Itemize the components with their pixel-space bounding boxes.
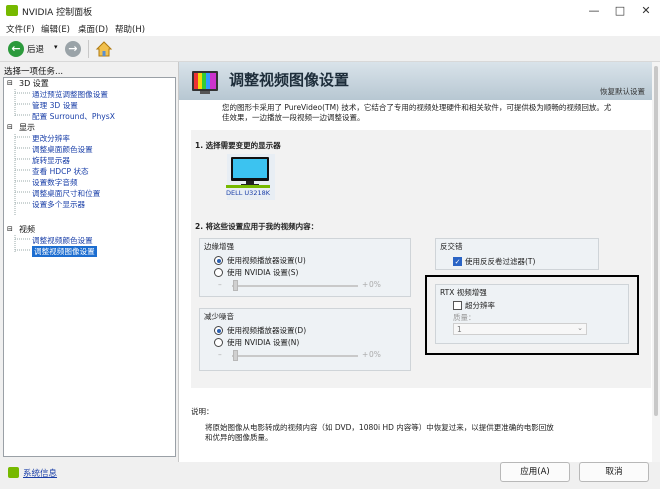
noise-nvidia-label[interactable]: 使用 NVIDIA 设置(N) xyxy=(227,337,299,348)
edge-nvidia-radio[interactable] xyxy=(214,268,223,277)
edge-enhancement-title: 边缘增强 xyxy=(204,242,234,251)
tree-item-surround-physx[interactable]: 配置 Surround、PhysX xyxy=(32,111,115,122)
menu-desktop[interactable]: 桌面(D) xyxy=(78,23,108,35)
monitor-label: DELL U3218K xyxy=(226,185,270,197)
noise-nvidia-radio[interactable] xyxy=(214,338,223,347)
back-dropdown-icon[interactable]: ▾ xyxy=(54,43,58,51)
menu-help[interactable]: 帮助(H) xyxy=(115,23,145,35)
description-label: 说明： xyxy=(191,407,214,416)
back-arrow-icon[interactable]: ← xyxy=(8,41,24,57)
collapse-display-icon[interactable]: ⊟ xyxy=(7,123,13,131)
task-pane: 选择一项任务... ⊟ 3D 设置 通过预览调整图像设置 管理 3D 设置 配置… xyxy=(0,62,176,462)
tree-item-preview-image-settings[interactable]: 通过预览调整图像设置 xyxy=(32,89,108,100)
page-title: 调整视频图像设置 xyxy=(229,71,350,89)
collapse-3d-icon[interactable]: ⊟ xyxy=(7,79,13,87)
rtx-title: RTX 视频增强 xyxy=(440,288,487,297)
scrollbar-thumb[interactable] xyxy=(654,66,658,416)
video-settings-icon xyxy=(189,66,221,96)
content-pane: 调整视频图像设置 恢复默认设置 您的图形卡采用了 PureVideo(TM) 技… xyxy=(178,62,660,462)
super-resolution-label[interactable]: 超分辨率 xyxy=(465,300,495,311)
menu-file[interactable]: 文件(F) xyxy=(6,23,35,35)
menu-edit[interactable]: 编辑(E) xyxy=(41,23,70,35)
collapse-video-icon[interactable]: ⊟ xyxy=(7,225,13,233)
tree-section-video[interactable]: 视频 xyxy=(19,224,35,235)
noise-slider-thumb[interactable] xyxy=(233,350,238,361)
intro-text-line2: 佳效果，一边播放一段视频一边调整设置。 xyxy=(222,113,365,122)
close-button[interactable]: ✕ xyxy=(638,3,654,19)
tree-section-3d[interactable]: 3D 设置 xyxy=(19,78,49,89)
minimize-button[interactable]: — xyxy=(586,3,602,19)
apply-button[interactable]: 应用(A) xyxy=(500,462,570,482)
quality-select[interactable]: 1 ⌄ xyxy=(453,323,587,335)
edge-minus: – xyxy=(218,280,222,289)
tree-item-rotate-display[interactable]: 旋转显示器 xyxy=(32,155,70,166)
deinterlace-title: 反交错 xyxy=(440,242,463,251)
tree-item-change-resolution[interactable]: 更改分辨率 xyxy=(32,133,70,144)
page-banner: 调整视频图像设置 恢复默认设置 xyxy=(179,62,660,100)
tree-section-display[interactable]: 显示 xyxy=(19,122,35,133)
tree-item-digital-audio[interactable]: 设置数字音频 xyxy=(32,177,78,188)
edge-nvidia-label[interactable]: 使用 NVIDIA 设置(S) xyxy=(227,267,298,278)
noise-value: 0% xyxy=(369,350,381,359)
noise-player-radio[interactable] xyxy=(214,326,223,335)
task-label: 选择一项任务... xyxy=(4,67,64,77)
back-button-label[interactable]: 后退 xyxy=(27,43,44,55)
tree-item-desktop-color[interactable]: 调整桌面颜色设置 xyxy=(32,144,93,155)
quality-value: 1 xyxy=(457,325,462,334)
quality-label: 质量： xyxy=(453,313,476,322)
edge-plus: + xyxy=(362,280,369,289)
edge-value: 0% xyxy=(369,280,381,289)
super-resolution-checkbox[interactable] xyxy=(453,301,462,310)
title-bar: NVIDIA 控制面板 — □ ✕ xyxy=(0,0,660,22)
noise-minus: – xyxy=(218,350,222,359)
forward-arrow-icon[interactable]: → xyxy=(65,41,81,57)
system-info-link[interactable]: 系统信息 xyxy=(23,467,57,479)
rtx-video-enhancement-group: RTX 视频增强 超分辨率 质量： 1 ⌄ xyxy=(435,284,629,344)
window-title: NVIDIA 控制面板 xyxy=(22,8,93,18)
maximize-button[interactable]: □ xyxy=(612,3,628,19)
system-info-icon[interactable] xyxy=(8,467,19,478)
edge-player-radio[interactable] xyxy=(214,256,223,265)
tree-item-manage-3d-settings[interactable]: 管理 3D 设置 xyxy=(32,100,78,111)
noise-plus: + xyxy=(362,350,369,359)
edge-slider-thumb[interactable] xyxy=(233,280,238,291)
tree-item-desktop-size[interactable]: 调整桌面尺寸和位置 xyxy=(32,188,100,199)
content-scrollbar[interactable] xyxy=(652,62,660,462)
home-icon[interactable] xyxy=(95,40,113,58)
edge-enhancement-group: 边缘增强 使用视频播放器设置(U) 使用 NVIDIA 设置(S) – + 0% xyxy=(199,238,411,297)
tree-item-video-image[interactable]: 调整视频图像设置 xyxy=(32,246,97,257)
nvidia-logo-icon xyxy=(6,5,18,16)
edge-slider-track[interactable] xyxy=(232,285,358,287)
tree-item-multiple-displays[interactable]: 设置多个显示器 xyxy=(32,199,85,210)
noise-player-label[interactable]: 使用视频播放器设置(D) xyxy=(227,325,306,336)
restore-defaults-link[interactable]: 恢复默认设置 xyxy=(600,86,645,97)
menu-bar: 文件(F) 编辑(E) 桌面(D) 帮助(H) xyxy=(0,22,660,36)
noise-reduction-title: 减少噪音 xyxy=(204,312,234,321)
monitor-icon xyxy=(229,156,271,186)
deinterlace-label[interactable]: 使用反反卷过滤器(T) xyxy=(465,256,535,267)
deinterlace-group: 反交错 ✓ 使用反反卷过滤器(T) xyxy=(435,238,599,270)
deinterlace-checkbox[interactable]: ✓ xyxy=(453,257,462,266)
chevron-down-icon: ⌄ xyxy=(577,324,583,332)
toolbar: ← 后退 ▾ → xyxy=(0,36,660,62)
monitor-tile[interactable]: DELL U3218K xyxy=(226,154,275,200)
step2-heading: 2. 将这些设置应用于我的视频内容： xyxy=(195,222,319,231)
cancel-button[interactable]: 取消 xyxy=(579,462,649,482)
noise-slider-track[interactable] xyxy=(232,355,358,357)
tree-item-hdcp-status[interactable]: 查看 HDCP 状态 xyxy=(32,166,89,177)
edge-player-label[interactable]: 使用视频播放器设置(U) xyxy=(227,255,306,266)
description-line2: 和优异的图像质量。 xyxy=(205,433,273,442)
task-tree[interactable]: ⊟ 3D 设置 通过预览调整图像设置 管理 3D 设置 配置 Surround、… xyxy=(3,77,176,457)
toolbar-divider xyxy=(88,40,89,58)
tree-item-video-color[interactable]: 调整视频颜色设置 xyxy=(32,235,93,246)
step1-heading: 1. 选择需要变更的显示器 xyxy=(195,141,281,150)
noise-reduction-group: 减少噪音 使用视频播放器设置(D) 使用 NVIDIA 设置(N) – + 0% xyxy=(199,308,411,371)
